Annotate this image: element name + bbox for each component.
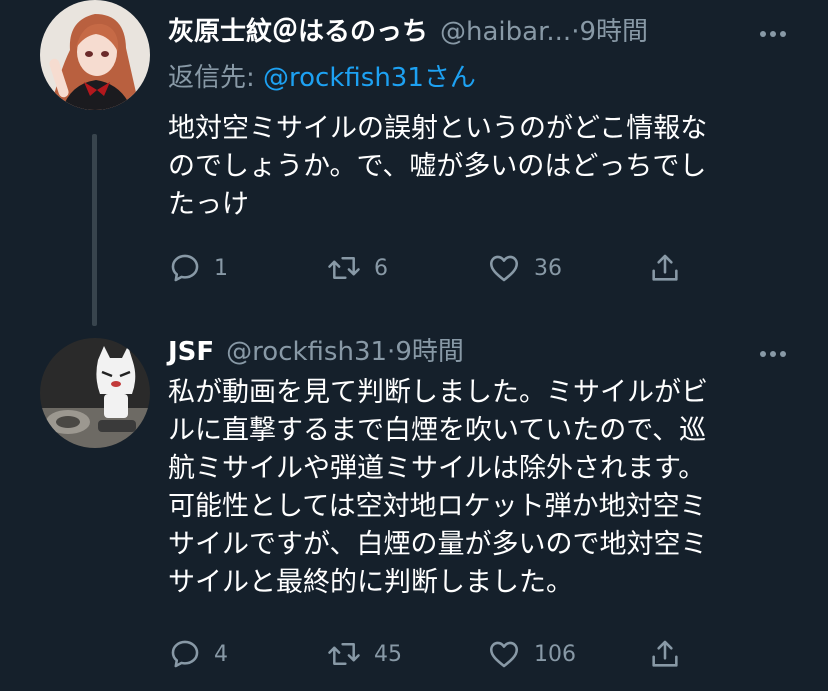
reply-to-prefix: 返信先: bbox=[168, 63, 264, 93]
reply-icon bbox=[171, 254, 199, 282]
thread-connector-line bbox=[92, 134, 97, 326]
display-name[interactable]: JSF bbox=[168, 334, 214, 370]
tweet-1[interactable]: 灰原士紋＠はるのっち @haibar... · 9時間 返信先: @rockfi… bbox=[0, 0, 828, 326]
separator-dot: · bbox=[387, 337, 396, 367]
share-icon bbox=[652, 640, 678, 667]
avatar[interactable] bbox=[40, 0, 150, 110]
user-handle[interactable]: @haibar... bbox=[440, 14, 571, 50]
share-button[interactable] bbox=[648, 248, 682, 288]
like-count: 106 bbox=[534, 641, 576, 667]
retweet-button[interactable]: 45 bbox=[326, 634, 402, 674]
heart-icon bbox=[489, 255, 519, 282]
like-button[interactable]: 106 bbox=[486, 634, 576, 674]
reply-to-line: 返信先: @rockfish31さん bbox=[168, 60, 476, 96]
ellipsis-icon bbox=[760, 31, 786, 37]
reply-to-mention[interactable]: @rockfish31 bbox=[263, 63, 424, 93]
heart-icon bbox=[489, 641, 519, 668]
reply-to-suffix[interactable]: さん bbox=[424, 63, 476, 93]
reply-count: 1 bbox=[214, 255, 228, 281]
reply-icon bbox=[171, 640, 199, 668]
white-cat-figure-avatar-icon bbox=[40, 338, 150, 448]
display-name[interactable]: 灰原士紋＠はるのっち bbox=[168, 14, 428, 50]
separator-dot: · bbox=[571, 17, 580, 47]
avatar[interactable] bbox=[40, 338, 150, 448]
ellipsis-icon bbox=[760, 351, 786, 357]
retweet-count: 45 bbox=[374, 641, 402, 667]
share-button[interactable] bbox=[648, 634, 682, 674]
reply-count: 4 bbox=[214, 641, 228, 667]
timestamp[interactable]: 9時間 bbox=[579, 14, 648, 50]
tweet-text: 私が動画を見て判断しました。ミサイルがビ ルに直撃するまで白煙を吹いていたので、… bbox=[168, 377, 708, 598]
reply-button[interactable]: 1 bbox=[168, 248, 228, 288]
tweet-actions: 4 45 106 bbox=[168, 634, 708, 674]
tweet-actions: 1 6 36 bbox=[168, 248, 708, 288]
timestamp[interactable]: 9時間 bbox=[395, 334, 464, 370]
user-handle[interactable]: @rockfish31 bbox=[226, 334, 387, 370]
tweet-header: 灰原士紋＠はるのっち @haibar... · 9時間 bbox=[168, 14, 788, 50]
retweet-icon bbox=[328, 643, 360, 665]
retweet-icon bbox=[328, 257, 360, 279]
retweet-button[interactable]: 6 bbox=[326, 248, 388, 288]
like-count: 36 bbox=[534, 255, 562, 281]
share-icon bbox=[652, 254, 678, 281]
like-button[interactable]: 36 bbox=[486, 248, 562, 288]
tweet-header: JSF @rockfish31 · 9時間 bbox=[168, 334, 788, 370]
reply-button[interactable]: 4 bbox=[168, 634, 228, 674]
more-options-button[interactable] bbox=[758, 14, 788, 60]
anime-girl-avatar-icon bbox=[40, 0, 150, 110]
retweet-count: 6 bbox=[374, 255, 388, 281]
tweet-text: 地対空ミサイルの誤射というのがどこ情報な のでしょうか。で、嘘が多いのはどっちで… bbox=[168, 113, 708, 220]
